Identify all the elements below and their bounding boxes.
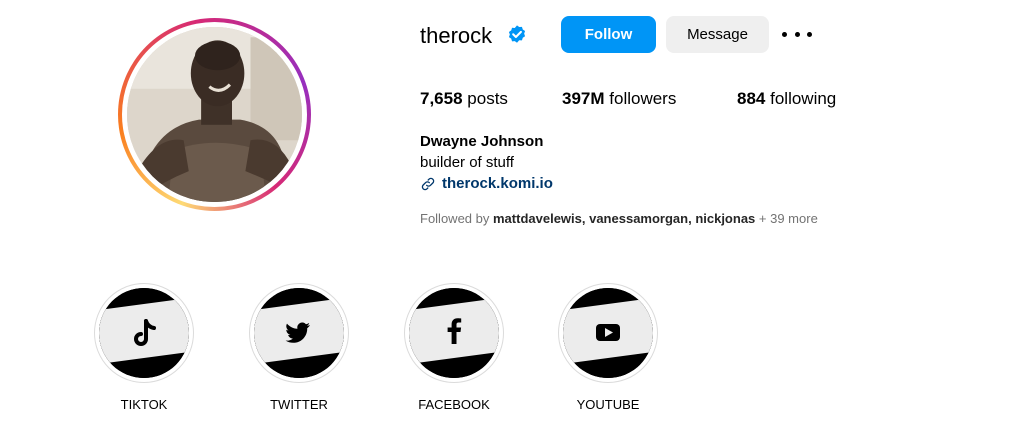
stat-count: 884 bbox=[737, 89, 766, 108]
highlight-cover bbox=[254, 288, 344, 378]
stat-label: posts bbox=[467, 89, 508, 108]
dot bbox=[807, 31, 812, 37]
profile-link[interactable]: therock.komi.io bbox=[420, 174, 553, 194]
link-icon bbox=[421, 177, 435, 191]
profile-bio: builder of stuff bbox=[420, 154, 514, 171]
profile-avatar-story-ring[interactable] bbox=[118, 18, 311, 211]
highlight-ring bbox=[404, 283, 504, 383]
followed-by-more[interactable]: + 39 more bbox=[759, 211, 818, 226]
highlight-label: TIKTOK bbox=[120, 397, 168, 412]
youtube-icon bbox=[563, 288, 653, 378]
more-options-icon[interactable] bbox=[782, 24, 812, 44]
message-button[interactable]: Message bbox=[666, 16, 769, 53]
highlight-ring bbox=[558, 283, 658, 383]
tiktok-icon bbox=[99, 288, 189, 378]
highlight-youtube[interactable]: YOUTUBE bbox=[558, 283, 658, 412]
dot bbox=[782, 31, 787, 37]
stat-followers[interactable]: 397M followers bbox=[562, 88, 676, 110]
stat-following[interactable]: 884 following bbox=[737, 88, 836, 110]
followed-by-prefix: Followed by bbox=[420, 211, 490, 226]
twitter-icon bbox=[254, 288, 344, 378]
followed-by-names[interactable]: mattdavelewis, vanessamorgan, nickjonas bbox=[493, 211, 755, 226]
highlight-label: FACEBOOK bbox=[418, 397, 490, 412]
dot bbox=[794, 31, 800, 37]
highlight-label: TWITTER bbox=[270, 397, 328, 412]
avatar[interactable] bbox=[127, 27, 302, 202]
highlight-cover bbox=[409, 288, 499, 378]
link-text[interactable]: therock.komi.io bbox=[442, 174, 553, 194]
stat-label: following bbox=[770, 89, 837, 108]
highlight-facebook[interactable]: FACEBOOK bbox=[404, 283, 504, 412]
highlight-tiktok[interactable]: TIKTOK bbox=[94, 283, 194, 412]
highlight-cover bbox=[563, 288, 653, 378]
stat-count: 397M bbox=[562, 89, 605, 108]
avatar-gap bbox=[122, 22, 307, 207]
highlight-ring bbox=[249, 283, 349, 383]
stat-label: followers bbox=[609, 89, 677, 108]
profile-username: therock bbox=[420, 23, 493, 48]
avatar-photo-icon bbox=[127, 27, 302, 202]
profile-full-name: Dwayne Johnson bbox=[420, 133, 544, 150]
followed-by[interactable]: Followed by mattdavelewis, vanessamorgan… bbox=[420, 210, 818, 228]
highlight-ring bbox=[94, 283, 194, 383]
highlight-twitter[interactable]: TWITTER bbox=[249, 283, 349, 412]
facebook-icon bbox=[409, 288, 499, 378]
stat-posts[interactable]: 7,658 posts bbox=[420, 88, 508, 110]
follow-button[interactable]: Follow bbox=[561, 16, 656, 53]
highlight-cover bbox=[99, 288, 189, 378]
stat-count: 7,658 bbox=[420, 89, 463, 108]
verified-badge-icon bbox=[508, 25, 526, 43]
highlight-label: YOUTUBE bbox=[576, 397, 640, 412]
profile-page: therock Follow Message 7,658 posts 397M … bbox=[0, 0, 1024, 444]
